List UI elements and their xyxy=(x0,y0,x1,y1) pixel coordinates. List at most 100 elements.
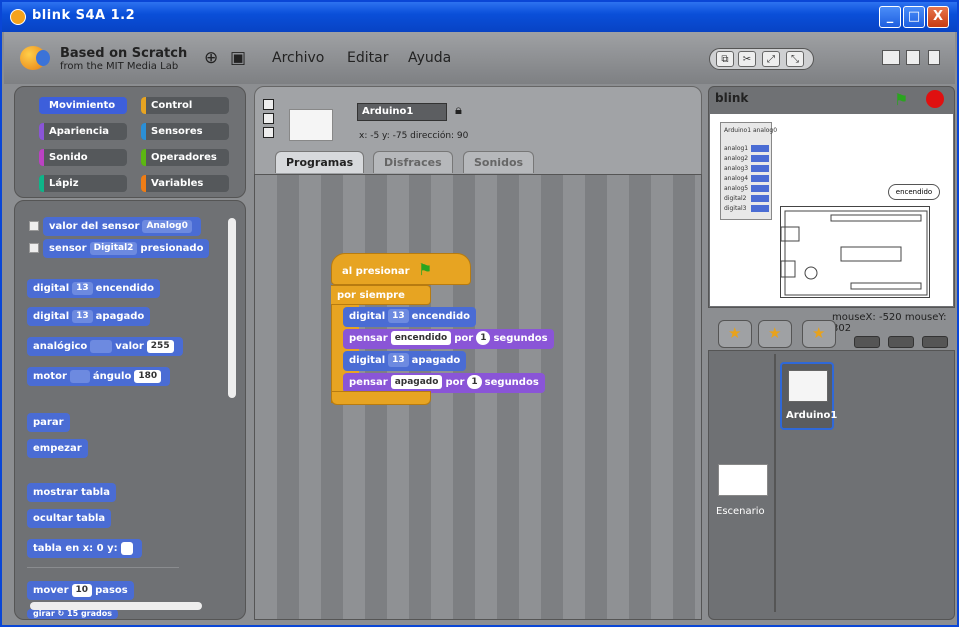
block-text: apagado xyxy=(411,355,461,366)
small-stage-icon[interactable] xyxy=(882,50,900,65)
block-think-on[interactable]: pensar encendido por 1 segundos xyxy=(343,329,554,349)
stage-thumbnail[interactable] xyxy=(718,464,768,496)
divider xyxy=(27,567,179,568)
block-show-board[interactable]: mostrar tabla xyxy=(27,483,116,502)
mouse-coordinates: mouseX: -520 mouseY: 302 xyxy=(832,312,947,334)
block-stop[interactable]: parar xyxy=(27,413,70,432)
block-move[interactable]: mover 10 pasos xyxy=(27,581,134,600)
palette-vertical-scrollbar[interactable] xyxy=(228,218,236,398)
save-icon[interactable]: ▣ xyxy=(230,48,246,68)
value-input[interactable]: 10 xyxy=(71,583,93,597)
category-operadores[interactable]: Operadores xyxy=(141,149,229,166)
palette-horizontal-scrollbar[interactable] xyxy=(30,602,202,610)
block-sensor-pressed[interactable]: sensor Digital2 presionado xyxy=(43,239,210,258)
flip-style-icon[interactable] xyxy=(263,113,274,124)
presentation-icon[interactable] xyxy=(928,50,940,65)
grow-icon[interactable]: ⤢ xyxy=(762,51,780,67)
close-button[interactable]: X xyxy=(927,6,949,28)
monitor-checkbox[interactable] xyxy=(29,243,39,253)
category-apariencia[interactable]: Apariencia xyxy=(39,123,127,140)
paint-sprite-button[interactable]: ★ xyxy=(718,320,752,348)
pin-dropdown[interactable]: 13 xyxy=(72,281,93,295)
minimize-button[interactable]: _ xyxy=(879,6,901,28)
seconds-input[interactable]: 1 xyxy=(476,331,491,345)
category-movimiento[interactable]: Movimiento xyxy=(39,97,127,114)
pin-dropdown[interactable] xyxy=(90,339,113,353)
block-digital-on[interactable]: digital 13 encendido xyxy=(27,279,161,298)
sensor-dropdown[interactable]: Analog0 xyxy=(142,219,192,233)
monitor-checkbox[interactable] xyxy=(29,221,39,231)
text-input[interactable]: encendido xyxy=(390,331,452,345)
block-text: presionado xyxy=(140,243,204,254)
choose-sprite-button[interactable]: ★ xyxy=(758,320,792,348)
stop-icon[interactable] xyxy=(926,90,944,108)
block-text: por xyxy=(445,377,465,388)
tab-disfraces[interactable]: Disfraces xyxy=(373,151,453,173)
maximize-button[interactable]: □ xyxy=(903,6,925,28)
category-color-swatch xyxy=(39,97,44,114)
value-input[interactable]: 255 xyxy=(146,339,174,353)
delete-icon[interactable]: ✂ xyxy=(738,51,756,67)
block-think-off[interactable]: pensar apagado por 1 segundos xyxy=(343,373,545,393)
category-control[interactable]: Control xyxy=(141,97,229,114)
category-sensores[interactable]: Sensores xyxy=(141,123,229,140)
block-analog[interactable]: analógico valor 255 xyxy=(27,337,183,356)
block-motor[interactable]: motor ángulo 180 xyxy=(27,367,171,386)
sprite-tools: ⧉ ✂ ⤢ ⤡ xyxy=(709,48,814,70)
arduino-board-icon xyxy=(780,210,928,296)
sprite-name-field[interactable]: Arduino1 xyxy=(357,103,447,121)
stage-size-normal-button[interactable] xyxy=(888,336,914,348)
arduino-board-sprite[interactable] xyxy=(780,206,930,298)
block-digital-off[interactable]: digital 13 apagado xyxy=(343,351,467,371)
category-variables[interactable]: Variables xyxy=(141,175,229,192)
lock-icon[interactable]: 🔒︎ xyxy=(455,103,462,118)
tab-sonidos[interactable]: Sonidos xyxy=(463,151,535,173)
monitor-row: digital2 xyxy=(724,195,747,202)
block-hide-board[interactable]: ocultar tabla xyxy=(27,509,112,528)
rotate-style-icon[interactable] xyxy=(263,99,274,110)
block-text: segundos xyxy=(484,377,539,388)
category-sonido[interactable]: Sonido xyxy=(39,149,127,166)
block-text: pensar xyxy=(349,377,388,388)
shrink-icon[interactable]: ⤡ xyxy=(786,51,804,67)
block-text: al presionar xyxy=(342,266,410,277)
block-turn[interactable]: girar ↻ 15 grados xyxy=(27,609,119,619)
seconds-input[interactable]: 1 xyxy=(467,375,482,389)
value-input[interactable]: 180 xyxy=(134,369,162,383)
menu-ayuda[interactable]: Ayuda xyxy=(408,50,451,66)
stage-size-full-button[interactable] xyxy=(922,336,948,348)
stage-size-small-button[interactable] xyxy=(854,336,880,348)
green-flag-icon[interactable]: ⚑ xyxy=(894,90,914,109)
category-lapiz[interactable]: Lápiz xyxy=(39,175,127,192)
block-sensor-value[interactable]: valor del sensor Analog0 xyxy=(43,217,201,236)
no-rotate-icon[interactable] xyxy=(263,127,274,138)
block-text: mostrar tabla xyxy=(33,487,110,498)
category-label: Operadores xyxy=(151,152,217,163)
block-reset[interactable]: empezar xyxy=(27,439,88,458)
pin-dropdown[interactable]: Digital2 xyxy=(89,241,138,255)
pin-dropdown[interactable]: 13 xyxy=(72,309,93,323)
menu-editar[interactable]: Editar xyxy=(347,50,388,66)
motor-dropdown[interactable] xyxy=(69,369,90,383)
normal-stage-icon[interactable] xyxy=(906,50,920,65)
random-sprite-button[interactable]: ★ xyxy=(802,320,836,348)
value-input[interactable] xyxy=(120,541,133,555)
block-digital-on[interactable]: digital 13 encendido xyxy=(343,307,477,327)
stage-canvas[interactable]: Arduino1 analog0 analog1 analog2 analog3… xyxy=(710,114,953,306)
block-text: por siempre xyxy=(337,290,405,301)
sprite-tile-arduino[interactable]: Arduino1 xyxy=(780,362,837,430)
globe-icon[interactable]: ⊕ xyxy=(204,48,218,68)
tab-programas[interactable]: Programas xyxy=(275,151,365,173)
menu-archivo[interactable]: Archivo xyxy=(272,50,324,66)
block-board-xy[interactable]: tabla en x: 0 y: xyxy=(27,539,142,558)
block-forever-bottom[interactable] xyxy=(331,391,431,405)
pin-dropdown[interactable]: 13 xyxy=(388,353,409,367)
block-forever-top[interactable]: por siempre xyxy=(331,285,431,305)
pin-dropdown[interactable]: 13 xyxy=(388,309,409,323)
text-input[interactable]: apagado xyxy=(390,375,443,389)
block-when-flag-clicked[interactable]: al presionar ⚑ xyxy=(331,253,471,285)
block-digital-off[interactable]: digital 13 apagado xyxy=(27,307,151,326)
script-area[interactable]: al presionar ⚑ por siempre digital 13 ence… xyxy=(254,174,702,620)
green-flag-icon: ⚑ xyxy=(418,260,433,279)
duplicate-icon[interactable]: ⧉ xyxy=(716,51,734,67)
